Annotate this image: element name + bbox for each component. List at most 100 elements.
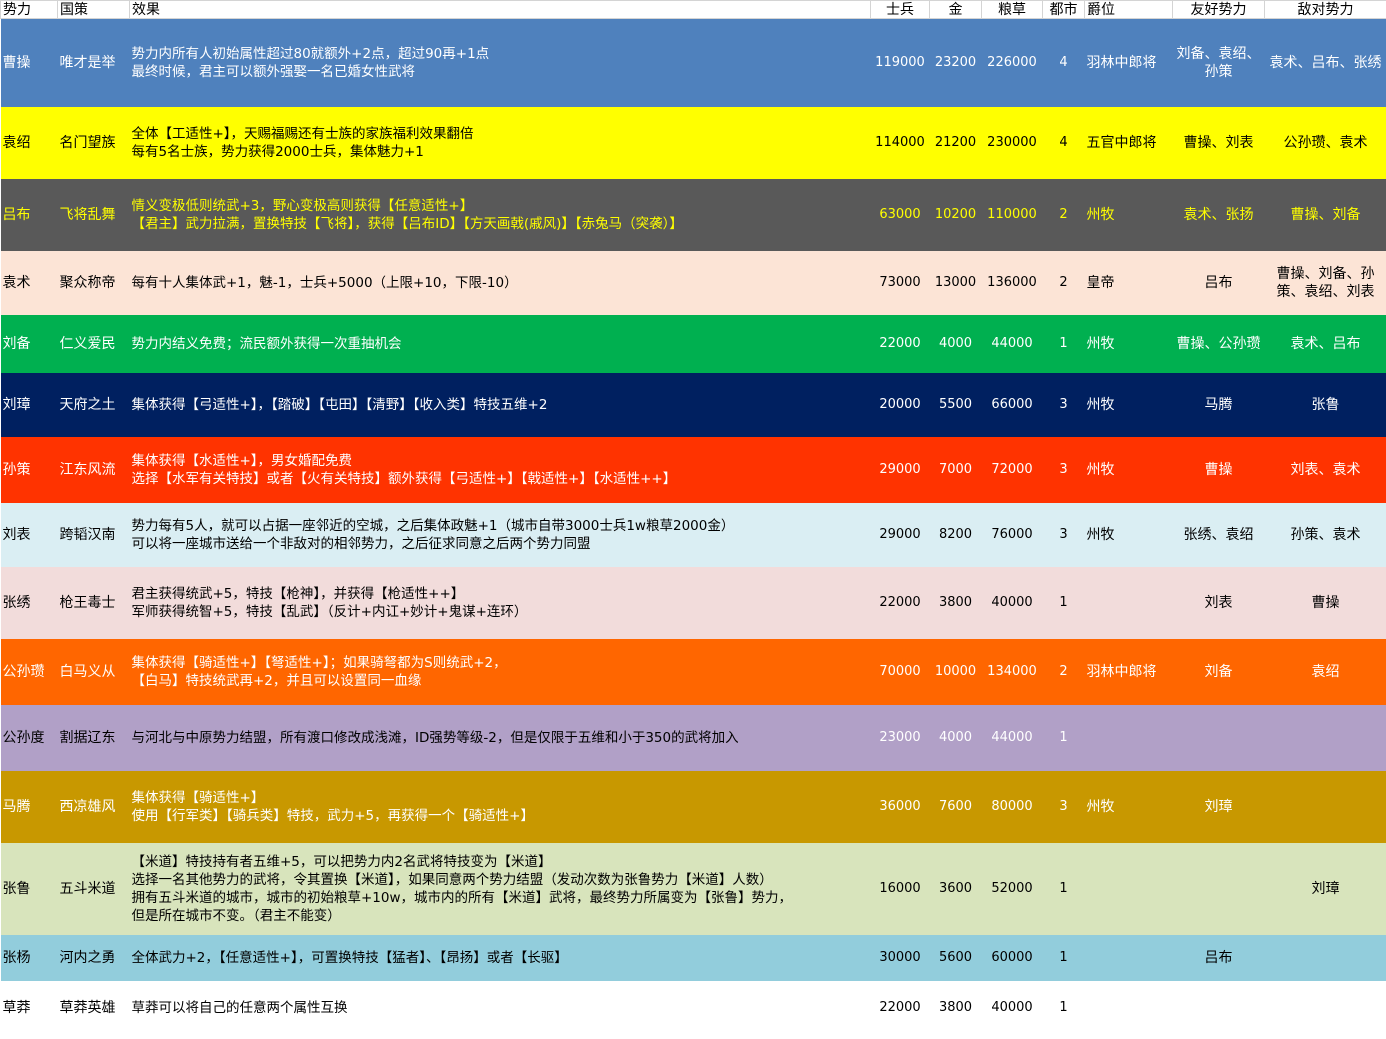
gold-cell[interactable]: 23200 <box>930 19 982 107</box>
effect-cell[interactable]: 草莽可以将自己的任意两个属性互换 <box>130 981 871 1035</box>
header-friendly[interactable]: 友好势力 <box>1172 0 1265 19</box>
hostile-cell[interactable]: 公孙瓒、袁术 <box>1265 107 1386 179</box>
food-cell[interactable]: 110000 <box>982 179 1043 251</box>
policy-cell[interactable]: 西凉雄风 <box>58 771 130 843</box>
policy-cell[interactable]: 天府之土 <box>58 373 130 437</box>
friendly-cell[interactable]: 刘表 <box>1173 567 1265 639</box>
hostile-cell[interactable] <box>1265 705 1386 771</box>
faction-cell[interactable]: 张绣 <box>1 567 58 639</box>
soldiers-cell[interactable]: 114000 <box>871 107 930 179</box>
faction-cell[interactable]: 张杨 <box>1 935 58 981</box>
friendly-cell[interactable]: 吕布 <box>1173 935 1265 981</box>
food-cell[interactable]: 40000 <box>982 981 1043 1035</box>
effect-cell[interactable]: 集体获得【水适性+】，男女婚配免费 选择【水军有关特技】或者【火有关特技】额外获得… <box>130 437 871 503</box>
hostile-cell[interactable]: 袁术、吕布 <box>1265 315 1386 373</box>
policy-cell[interactable]: 仁义爱民 <box>58 315 130 373</box>
soldiers-cell[interactable]: 20000 <box>871 373 930 437</box>
faction-cell[interactable]: 马腾 <box>1 771 58 843</box>
policy-cell[interactable]: 跨韬汉南 <box>58 503 130 567</box>
friendly-cell[interactable]: 刘璋 <box>1173 771 1265 843</box>
friendly-cell[interactable]: 张绣、袁绍 <box>1173 503 1265 567</box>
policy-cell[interactable]: 江东风流 <box>58 437 130 503</box>
faction-cell[interactable]: 刘璋 <box>1 373 58 437</box>
faction-cell[interactable]: 袁术 <box>1 251 58 315</box>
effect-cell[interactable]: 势力内结义免费；流民额外获得一次重抽机会 <box>130 315 871 373</box>
policy-cell[interactable]: 河内之勇 <box>58 935 130 981</box>
soldiers-cell[interactable]: 22000 <box>871 567 930 639</box>
effect-cell[interactable]: 【米道】特技持有者五维+5，可以把势力内2名武将特技变为【米道】 选择一名其他势力… <box>130 843 871 935</box>
hostile-cell[interactable]: 袁术、吕布、张绣 <box>1265 19 1386 107</box>
gold-cell[interactable]: 3800 <box>930 567 982 639</box>
cities-cell[interactable]: 1 <box>1043 315 1085 373</box>
title-cell[interactable] <box>1085 843 1173 935</box>
soldiers-cell[interactable]: 63000 <box>871 179 930 251</box>
effect-cell[interactable]: 情义变极低则统武+3，野心变极高则获得【任意适性+】 【君主】武力拉满，置换特技【… <box>130 179 871 251</box>
effect-cell[interactable]: 集体获得【骑适性+】【弩适性+】；如果骑弩都为S则统武+2， 【白马】特技统武再+… <box>130 639 871 705</box>
effect-cell[interactable]: 势力内所有人初始属性超过80就额外+2点，超过90再+1点 最终时候，君主可以额外… <box>130 19 871 107</box>
gold-cell[interactable]: 7600 <box>930 771 982 843</box>
soldiers-cell[interactable]: 22000 <box>871 315 930 373</box>
title-cell[interactable]: 州牧 <box>1085 437 1173 503</box>
soldiers-cell[interactable]: 29000 <box>871 503 930 567</box>
cities-cell[interactable]: 2 <box>1043 179 1085 251</box>
effect-cell[interactable]: 势力每有5人，就可以占据一座邻近的空城，之后集体政魅+1（城市自带3000士兵1… <box>130 503 871 567</box>
faction-cell[interactable]: 孙策 <box>1 437 58 503</box>
friendly-cell[interactable] <box>1173 843 1265 935</box>
gold-cell[interactable]: 5500 <box>930 373 982 437</box>
policy-cell[interactable]: 名门望族 <box>58 107 130 179</box>
soldiers-cell[interactable]: 22000 <box>871 981 930 1035</box>
friendly-cell[interactable]: 刘备 <box>1173 639 1265 705</box>
faction-cell[interactable]: 张鲁 <box>1 843 58 935</box>
cities-cell[interactable]: 1 <box>1043 705 1085 771</box>
title-cell[interactable]: 羽林中郎将 <box>1085 19 1173 107</box>
effect-cell[interactable]: 君主获得统武+5，特技【枪神】，并获得【枪适性++】 军师获得统智+5，特技【乱武… <box>130 567 871 639</box>
effect-cell[interactable]: 全体武力+2，【任意适性+】，可置换特技【猛者】、【昂扬】或者【长驱】 <box>130 935 871 981</box>
cities-cell[interactable]: 1 <box>1043 567 1085 639</box>
header-hostile[interactable]: 敌对势力 <box>1264 0 1386 19</box>
policy-cell[interactable]: 枪王毒士 <box>58 567 130 639</box>
faction-cell[interactable]: 刘表 <box>1 503 58 567</box>
faction-cell[interactable]: 曹操 <box>1 19 58 107</box>
faction-cell[interactable]: 公孙瓒 <box>1 639 58 705</box>
title-cell[interactable] <box>1085 705 1173 771</box>
friendly-cell[interactable]: 马腾 <box>1173 373 1265 437</box>
gold-cell[interactable]: 7000 <box>930 437 982 503</box>
soldiers-cell[interactable]: 16000 <box>871 843 930 935</box>
food-cell[interactable]: 134000 <box>982 639 1043 705</box>
gold-cell[interactable]: 10000 <box>930 639 982 705</box>
effect-cell[interactable]: 与河北与中原势力结盟，所有渡口修改成浅滩，ID强势等级-2，但是仅限于五维和小于… <box>130 705 871 771</box>
hostile-cell[interactable]: 刘璋 <box>1265 843 1386 935</box>
gold-cell[interactable]: 10200 <box>930 179 982 251</box>
cities-cell[interactable]: 3 <box>1043 373 1085 437</box>
policy-cell[interactable]: 割据辽东 <box>58 705 130 771</box>
food-cell[interactable]: 52000 <box>982 843 1043 935</box>
food-cell[interactable]: 226000 <box>982 19 1043 107</box>
effect-cell[interactable]: 集体获得【弓适性+】，【踏破】【屯田】【清野】【收入类】特技五维+2 <box>130 373 871 437</box>
friendly-cell[interactable]: 吕布 <box>1173 251 1265 315</box>
food-cell[interactable]: 230000 <box>982 107 1043 179</box>
friendly-cell[interactable] <box>1173 705 1265 771</box>
title-cell[interactable]: 羽林中郎将 <box>1085 639 1173 705</box>
cities-cell[interactable]: 1 <box>1043 981 1085 1035</box>
soldiers-cell[interactable]: 36000 <box>871 771 930 843</box>
friendly-cell[interactable]: 曹操、刘表 <box>1173 107 1265 179</box>
header-faction[interactable]: 势力 <box>0 0 58 19</box>
food-cell[interactable]: 66000 <box>982 373 1043 437</box>
gold-cell[interactable]: 3600 <box>930 843 982 935</box>
cities-cell[interactable]: 1 <box>1043 843 1085 935</box>
faction-cell[interactable]: 草莽 <box>1 981 58 1035</box>
title-cell[interactable]: 州牧 <box>1085 771 1173 843</box>
food-cell[interactable]: 136000 <box>982 251 1043 315</box>
hostile-cell[interactable]: 袁绍 <box>1265 639 1386 705</box>
cities-cell[interactable]: 2 <box>1043 639 1085 705</box>
header-effect[interactable]: 效果 <box>129 0 871 19</box>
gold-cell[interactable]: 8200 <box>930 503 982 567</box>
cities-cell[interactable]: 3 <box>1043 503 1085 567</box>
food-cell[interactable]: 72000 <box>982 437 1043 503</box>
title-cell[interactable]: 州牧 <box>1085 315 1173 373</box>
policy-cell[interactable]: 唯才是举 <box>58 19 130 107</box>
header-cities[interactable]: 都市 <box>1042 0 1085 19</box>
faction-cell[interactable]: 公孙度 <box>1 705 58 771</box>
cities-cell[interactable]: 4 <box>1043 107 1085 179</box>
food-cell[interactable]: 80000 <box>982 771 1043 843</box>
